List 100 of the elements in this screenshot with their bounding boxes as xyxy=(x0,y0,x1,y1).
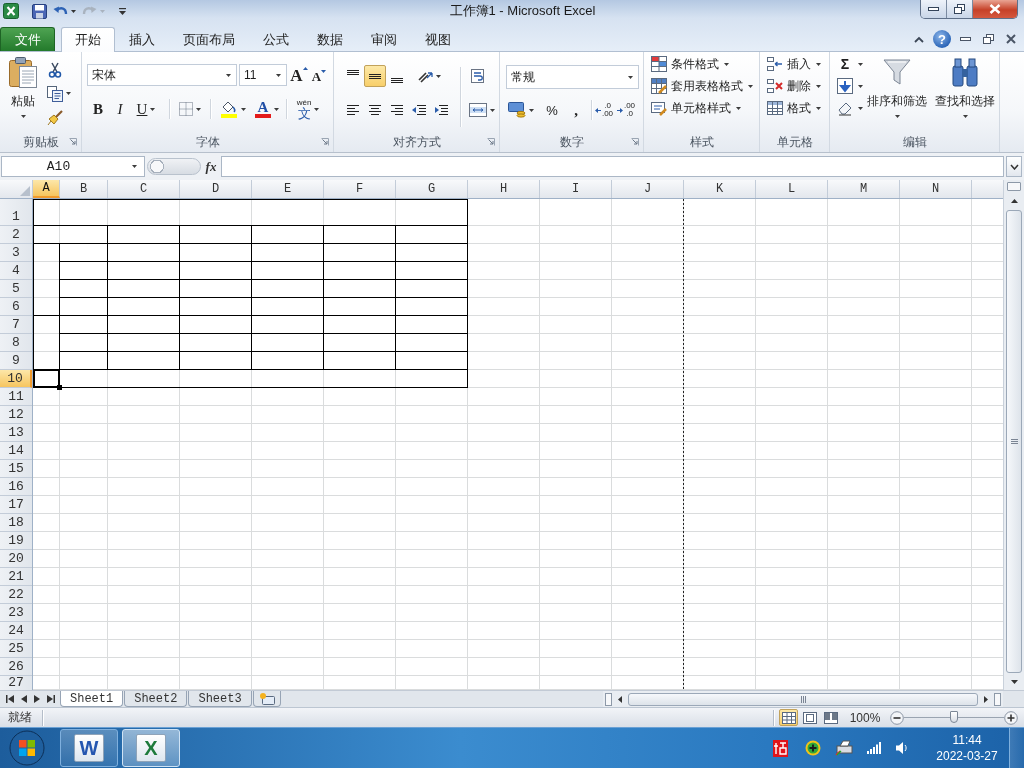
scroll-thumb[interactable] xyxy=(1006,210,1022,673)
normal-view-button[interactable] xyxy=(779,709,798,726)
shrink-font-button[interactable]: A xyxy=(311,64,327,86)
spreadsheet-logo-icon[interactable] xyxy=(3,3,19,19)
column-header[interactable]: A xyxy=(33,180,60,198)
fill-button[interactable] xyxy=(837,76,865,96)
dialog-launcher-button[interactable] xyxy=(486,137,496,147)
row-header[interactable]: 3 xyxy=(0,244,32,262)
close-button[interactable] xyxy=(973,0,1017,18)
dialog-launcher-button[interactable] xyxy=(68,137,78,147)
find-select-button[interactable]: 查找和选择 xyxy=(933,52,997,132)
column-header[interactable]: M xyxy=(828,180,900,198)
ribbon-tab[interactable]: 审阅 xyxy=(357,27,411,51)
zoom-in-button[interactable] xyxy=(1004,710,1018,725)
left-arrow-icon[interactable] xyxy=(21,695,27,703)
row-header[interactable]: 15 xyxy=(0,460,32,478)
decrease-decimal-button[interactable]: .00 .0 xyxy=(616,99,636,121)
row-header[interactable]: 20 xyxy=(0,550,32,568)
comma-style-button[interactable]: , xyxy=(565,99,587,121)
paste-button[interactable]: 粘贴 xyxy=(5,56,41,132)
row-header[interactable]: 27 xyxy=(0,676,32,690)
row-header[interactable]: 18 xyxy=(0,514,32,532)
row-header[interactable]: 17 xyxy=(0,496,32,514)
column-header[interactable]: L xyxy=(756,180,828,198)
expand-formula-button[interactable] xyxy=(1006,156,1022,177)
column-header[interactable]: J xyxy=(612,180,684,198)
formula-input[interactable] xyxy=(221,156,1004,177)
underline-button[interactable]: U xyxy=(131,98,161,120)
insert-function-button[interactable]: fx xyxy=(201,156,221,177)
ribbon-tab[interactable]: 开始 xyxy=(61,27,115,52)
row-header[interactable]: 12 xyxy=(0,406,32,424)
speaker-icon[interactable] xyxy=(896,741,909,755)
row-header[interactable]: 26 xyxy=(0,658,32,676)
italic-button[interactable]: I xyxy=(109,98,131,120)
split-handle[interactable] xyxy=(1007,182,1021,191)
row-header[interactable]: 13 xyxy=(0,424,32,442)
copy-button[interactable] xyxy=(47,84,71,103)
percent-button[interactable]: % xyxy=(541,99,563,121)
delete-cells-button[interactable]: 删除 xyxy=(767,76,829,96)
split-handle[interactable] xyxy=(605,692,612,706)
phonetic-guide-button[interactable]: wén 文 xyxy=(291,98,325,120)
restore-button[interactable] xyxy=(947,0,973,18)
row-header[interactable]: 16 xyxy=(0,478,32,496)
column-header[interactable]: B xyxy=(60,180,108,198)
taskbar-app-button[interactable]: X xyxy=(122,729,180,767)
file-tab[interactable]: 文件 xyxy=(0,27,55,51)
format-cells-button[interactable]: 格式 xyxy=(767,98,829,118)
scroll-thumb[interactable] xyxy=(628,692,978,706)
save-button[interactable] xyxy=(31,2,48,20)
increase-decimal-button[interactable]: .0 .00 xyxy=(594,99,614,121)
horizontal-scrollbar[interactable] xyxy=(603,691,1003,707)
font-color-button[interactable]: A xyxy=(252,98,282,120)
ribbon-tab[interactable]: 数据 xyxy=(303,27,357,51)
split-handle[interactable] xyxy=(994,692,1001,706)
slider-thumb[interactable] xyxy=(950,711,958,723)
start-button[interactable] xyxy=(8,729,46,767)
zoom-slider[interactable] xyxy=(904,710,1004,725)
cell-styles-button[interactable]: 单元格样式 xyxy=(651,98,759,118)
middle-align-button[interactable] xyxy=(364,65,386,87)
font-size-dropdown[interactable]: 11 xyxy=(239,64,287,86)
column-header[interactable]: I xyxy=(540,180,612,198)
sort-filter-button[interactable]: 排序和筛选 xyxy=(865,52,929,132)
row-header[interactable]: 19 xyxy=(0,532,32,550)
minimize-button[interactable] xyxy=(921,0,947,18)
font-name-dropdown[interactable]: 宋体 xyxy=(87,64,237,86)
row-header[interactable]: 10 xyxy=(0,370,32,388)
taskbar-app-button[interactable]: W xyxy=(60,729,118,767)
autosum-button[interactable]: Σ xyxy=(837,54,865,74)
column-header[interactable]: D xyxy=(180,180,252,198)
column-header[interactable]: K xyxy=(684,180,756,198)
vertical-scrollbar[interactable] xyxy=(1003,180,1024,690)
dialog-launcher-button[interactable] xyxy=(630,137,640,147)
selected-cell[interactable] xyxy=(33,369,62,390)
zoom-out-button[interactable] xyxy=(890,710,904,725)
name-box[interactable]: A10 xyxy=(1,156,145,177)
page-break-view-button[interactable] xyxy=(821,709,840,726)
row-header[interactable]: 6 xyxy=(0,298,32,316)
formula-bar-handle[interactable] xyxy=(147,158,201,175)
column-header[interactable]: F xyxy=(324,180,396,198)
accounting-format-button[interactable] xyxy=(506,99,536,121)
row-header[interactable]: 25 xyxy=(0,640,32,658)
row-header[interactable]: 5 xyxy=(0,280,32,298)
row-header[interactable]: 2 xyxy=(0,226,32,244)
first-sheet-icon[interactable] xyxy=(6,695,14,703)
row-header[interactable]: 22 xyxy=(0,586,32,604)
ribbon-tab[interactable]: 视图 xyxy=(411,27,465,51)
ribbon-tab[interactable]: 插入 xyxy=(115,27,169,51)
row-header[interactable]: 11 xyxy=(0,388,32,406)
row-header[interactable]: 8 xyxy=(0,334,32,352)
column-header[interactable]: H xyxy=(468,180,540,198)
zoom-level-button[interactable]: 100% xyxy=(848,710,882,725)
dialog-launcher-button[interactable] xyxy=(320,137,330,147)
number-format-dropdown[interactable]: 常规 xyxy=(506,65,639,89)
sheet-tab[interactable]: Sheet2 xyxy=(124,691,188,707)
seal-icon[interactable] xyxy=(773,739,788,757)
column-header[interactable]: C xyxy=(108,180,180,198)
last-sheet-icon[interactable] xyxy=(47,695,55,703)
row-header[interactable]: 24 xyxy=(0,622,32,640)
sheet-tab[interactable]: Sheet3 xyxy=(188,691,252,707)
right-arrow-icon[interactable] xyxy=(34,695,40,703)
